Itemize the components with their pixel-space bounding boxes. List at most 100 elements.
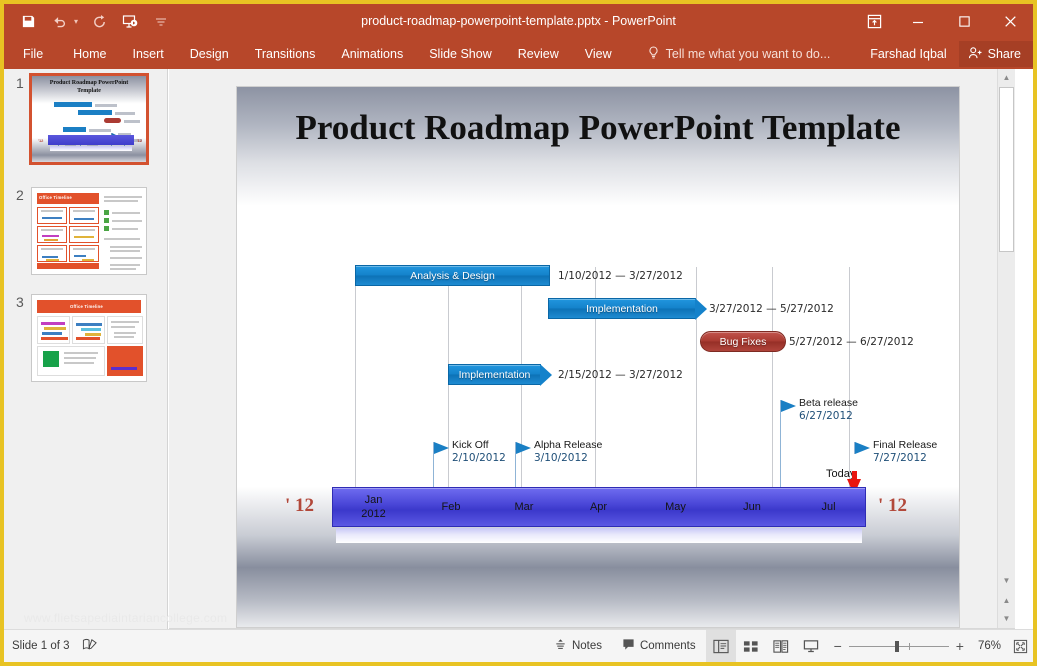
previous-slide-icon[interactable]: ▲ xyxy=(998,592,1015,609)
timeline-band[interactable]: Jan 2012 Feb Mar Apr May Jun Jul xyxy=(332,487,866,527)
current-slide[interactable]: Product Roadmap PowerPoint Template Anal… xyxy=(236,86,960,628)
view-slide-sorter-button[interactable] xyxy=(736,630,766,663)
comment-icon xyxy=(622,638,635,654)
tab-view[interactable]: View xyxy=(572,39,625,69)
gridline-mar xyxy=(521,267,522,506)
customize-quick-access-icon[interactable] xyxy=(151,12,171,32)
start-presentation-icon[interactable] xyxy=(120,12,140,32)
zoom-level[interactable]: 76% xyxy=(972,640,1007,652)
thumbnail-frame-1[interactable]: Product Roadmap PowerPoint Template '12 … xyxy=(29,73,149,165)
zoom-slider-handle[interactable] xyxy=(894,640,899,652)
fit-slide-to-window-button[interactable] xyxy=(1007,630,1033,663)
timeline-year-right: ' 12 xyxy=(878,495,908,516)
thumbnail-number-3: 3 xyxy=(16,294,24,310)
timeline-year-left: ' 12 xyxy=(285,495,315,516)
tell-me-label: Tell me what you want to do... xyxy=(665,47,831,61)
thumbnail-2-title: Office Timeline xyxy=(39,195,72,200)
slide-vertical-scrollbar[interactable]: ▲ ▼ ▲ ▼ xyxy=(997,69,1015,629)
timeline-month-feb: Feb xyxy=(441,501,461,513)
thumbnail-3-title: Office Timeline xyxy=(70,304,103,309)
save-icon[interactable] xyxy=(18,12,38,32)
status-bar: Slide 1 of 3 Notes Comments − + 76% xyxy=(4,629,1033,662)
zoom-slider-track[interactable] xyxy=(848,640,949,652)
tab-insert[interactable]: Insert xyxy=(120,39,177,69)
ribbon-display-options-icon[interactable] xyxy=(853,4,895,39)
slide-edit-area[interactable]: Product Roadmap PowerPoint Template Anal… xyxy=(169,69,1015,629)
task-bar-implementation-2[interactable]: Implementation xyxy=(548,298,707,320)
tab-animations[interactable]: Animations xyxy=(328,39,416,69)
gridline-feb xyxy=(448,267,449,506)
tab-transitions[interactable]: Transitions xyxy=(242,39,329,69)
zoom-in-button[interactable]: + xyxy=(956,639,964,653)
thumbnail-number-2: 2 xyxy=(16,187,24,203)
close-button[interactable] xyxy=(987,4,1033,39)
slide-thumbnail-pane[interactable]: 1 Product Roadmap PowerPoint Template '1… xyxy=(4,69,168,629)
tell-me-search[interactable]: Tell me what you want to do... xyxy=(647,45,831,63)
milestone-date: 3/10/2012 xyxy=(534,452,588,464)
tab-review[interactable]: Review xyxy=(505,39,572,69)
next-slide-icon[interactable]: ▼ xyxy=(998,610,1015,627)
thumbnail-number-1: 1 xyxy=(16,75,24,91)
task-label: Bug Fixes xyxy=(719,335,767,348)
notes-button[interactable]: Notes xyxy=(544,638,612,654)
thumbnail-slide-3[interactable]: 3 Office Timeline xyxy=(4,288,167,395)
scrollbar-thumb[interactable] xyxy=(999,87,1014,252)
task-bar-analysis-design[interactable]: Analysis & Design xyxy=(355,265,550,286)
zoom-slider-group[interactable]: − + xyxy=(826,639,972,653)
tab-slide-show[interactable]: Slide Show xyxy=(416,39,505,69)
view-normal-button[interactable] xyxy=(705,629,736,662)
tab-design[interactable]: Design xyxy=(177,39,242,69)
timeline-month-jan: Jan 2012 xyxy=(361,494,386,520)
restore-button[interactable] xyxy=(941,4,987,39)
milestone-date: 2/10/2012 xyxy=(452,452,506,464)
comments-label: Comments xyxy=(639,640,696,652)
task-bar-implementation-1[interactable]: Implementation xyxy=(448,364,552,386)
thumbnail-frame-2[interactable]: Office Timeline xyxy=(31,187,147,275)
lightbulb-icon xyxy=(647,45,660,63)
undo-dropdown-icon[interactable]: ▾ xyxy=(74,17,78,26)
tab-file[interactable]: File xyxy=(4,39,60,69)
timeline-month-jul: Jul xyxy=(821,501,836,513)
tab-home[interactable]: Home xyxy=(60,39,119,69)
scroll-down-icon[interactable]: ▼ xyxy=(998,572,1015,589)
notes-icon xyxy=(554,638,567,654)
timeline-month-jun: Jun xyxy=(743,501,761,513)
share-button[interactable]: Share xyxy=(958,41,1033,67)
status-bar-right: Notes Comments − + 76% xyxy=(544,629,1033,663)
zoom-out-button[interactable]: − xyxy=(834,639,842,653)
milestone-date: 6/27/2012 xyxy=(799,410,853,422)
task-bar-bug-fixes[interactable]: Bug Fixes xyxy=(700,331,786,352)
milestone-label: Alpha Release xyxy=(534,439,603,451)
window-controls xyxy=(853,4,1033,39)
quick-access-toolbar: ▾ xyxy=(4,12,171,32)
view-reading-button[interactable] xyxy=(766,630,796,663)
thumbnail-slide-2[interactable]: 2 Office Timeline xyxy=(4,181,167,288)
scroll-up-icon[interactable]: ▲ xyxy=(998,69,1015,86)
view-slide-show-button[interactable] xyxy=(796,630,826,663)
task-dates-implementation-2: 3/27/2012 — 5/27/2012 xyxy=(709,303,834,315)
thumbnail-2-preview: Office Timeline xyxy=(32,188,146,274)
ribbon-right-group: Farshad Iqbal Share xyxy=(870,39,1033,69)
thumbnail-slide-1[interactable]: 1 Product Roadmap PowerPoint Template '1… xyxy=(4,69,167,181)
page-watermark: www.flietsapediaintariancollege.com xyxy=(24,611,228,625)
task-label: Implementation xyxy=(458,368,531,381)
milestone-label: Beta release xyxy=(799,397,858,409)
accessibility-checker-icon[interactable] xyxy=(82,637,98,655)
task-dates-bug-fixes: 5/27/2012 — 6/27/2012 xyxy=(789,336,914,348)
redo-icon[interactable] xyxy=(89,12,109,32)
roadmap-gantt-chart[interactable]: Analysis & Design 1/10/2012 — 3/27/2012 … xyxy=(237,87,959,627)
timeline-month-apr: Apr xyxy=(589,501,608,513)
milestone-label: Kick Off xyxy=(452,439,489,451)
comments-button[interactable]: Comments xyxy=(612,638,706,654)
undo-icon[interactable] xyxy=(49,12,69,32)
user-name[interactable]: Farshad Iqbal xyxy=(870,47,958,61)
editor-body: 1 Product Roadmap PowerPoint Template '1… xyxy=(4,69,1033,629)
task-dates-implementation-1: 2/15/2012 — 3/27/2012 xyxy=(558,369,683,381)
thumbnail-1-title: Product Roadmap PowerPoint Template xyxy=(49,80,129,94)
notes-label: Notes xyxy=(571,640,602,652)
thumbnail-1-preview: Product Roadmap PowerPoint Template '12 … xyxy=(32,76,146,162)
minimize-button[interactable] xyxy=(895,4,941,39)
share-label: Share xyxy=(987,47,1021,61)
status-bar-left: Slide 1 of 3 xyxy=(4,637,98,655)
thumbnail-frame-3[interactable]: Office Timeline xyxy=(31,294,147,382)
